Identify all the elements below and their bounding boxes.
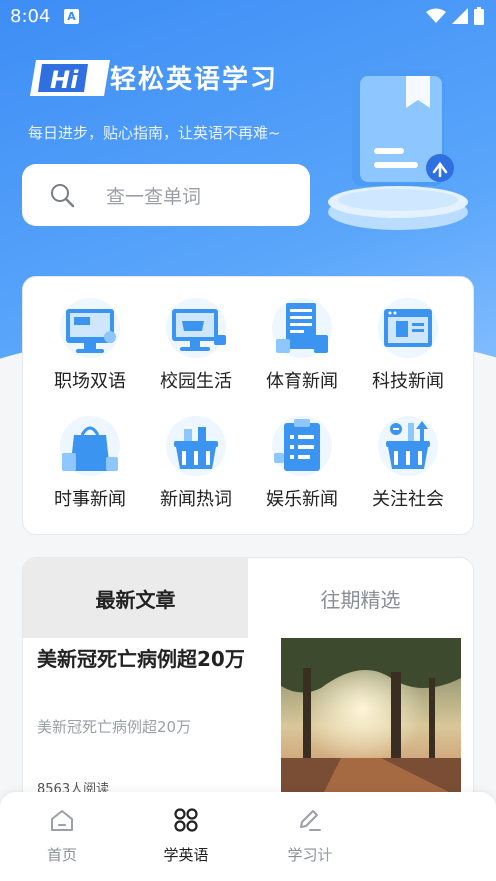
category-grid: 职场双语 校园生活 体育新闻 科技新闻 时事新闻 新闻热词 娱乐新闻 关注社会 — [37, 295, 461, 517]
category-society[interactable]: 关注社会 — [355, 413, 461, 517]
search-placeholder: 查一查单词 — [106, 185, 202, 208]
category-tech[interactable]: 科技新闻 — [355, 295, 461, 399]
search-icon — [51, 184, 75, 208]
notification-icon: A — [64, 9, 79, 24]
category-label: 体育新闻 — [266, 371, 338, 392]
nav-home[interactable]: 首页 — [0, 792, 124, 881]
nav-label: 学英语 — [163, 846, 209, 864]
society-icon — [378, 416, 438, 476]
article-tabs: 最新文章 往期精选 — [23, 558, 473, 638]
article-title: 美新冠死亡病例超20万 — [37, 647, 245, 671]
current-affairs-icon — [60, 416, 120, 476]
tab-past-selection[interactable]: 往期精选 — [248, 558, 473, 638]
status-bar: 8:04 A — [0, 0, 496, 34]
status-time: 8:04 — [10, 6, 51, 27]
category-current-affairs[interactable]: 时事新闻 — [37, 413, 143, 517]
app-title: 轻松英语学习 — [110, 65, 279, 95]
category-label: 科技新闻 — [372, 371, 444, 392]
category-sports[interactable]: 体育新闻 — [249, 295, 355, 399]
signal-icon — [452, 8, 468, 24]
svg-text:Hi: Hi — [50, 66, 79, 94]
grid-icon — [174, 808, 198, 832]
category-label: 时事新闻 — [54, 489, 126, 510]
category-label: 校园生活 — [160, 371, 232, 392]
search-input[interactable]: 查一查单词 — [22, 164, 310, 226]
article-summary: 美新冠死亡病例超20万 — [37, 718, 192, 736]
status-icons — [426, 7, 484, 25]
category-label: 新闻热词 — [160, 489, 232, 510]
category-label: 关注社会 — [372, 489, 444, 510]
bottom-navigation: 首页 学英语 学习计 — [0, 792, 496, 881]
sports-icon — [272, 298, 332, 358]
tech-icon — [378, 298, 438, 358]
category-card: 职场双语 校园生活 体育新闻 科技新闻 时事新闻 新闻热词 娱乐新闻 关注社会 — [22, 276, 474, 535]
tab-latest-articles[interactable]: 最新文章 — [23, 558, 248, 638]
nav-fade-overlay — [316, 792, 496, 881]
category-label: 职场双语 — [54, 371, 126, 392]
nav-learn-english[interactable]: 学英语 — [124, 792, 248, 881]
article-thumbnail — [281, 638, 461, 798]
category-workplace[interactable]: 职场双语 — [37, 295, 143, 399]
book-illustration — [328, 70, 468, 230]
category-hot-words[interactable]: 新闻热词 — [143, 413, 249, 517]
workplace-icon — [60, 298, 120, 358]
hot-words-icon — [166, 416, 226, 476]
entertainment-icon — [272, 416, 332, 476]
wifi-icon — [426, 8, 446, 23]
battery-icon — [474, 7, 484, 25]
app-subtitle: 每日进步，贴心指南，让英语不再难~ — [28, 124, 281, 142]
category-campus[interactable]: 校园生活 — [143, 295, 249, 399]
home-icon — [51, 810, 73, 831]
campus-icon — [166, 298, 226, 358]
category-label: 娱乐新闻 — [266, 489, 338, 510]
nav-label: 首页 — [46, 846, 77, 864]
hi-logo: Hi — [30, 60, 110, 96]
category-entertainment[interactable]: 娱乐新闻 — [249, 413, 355, 517]
